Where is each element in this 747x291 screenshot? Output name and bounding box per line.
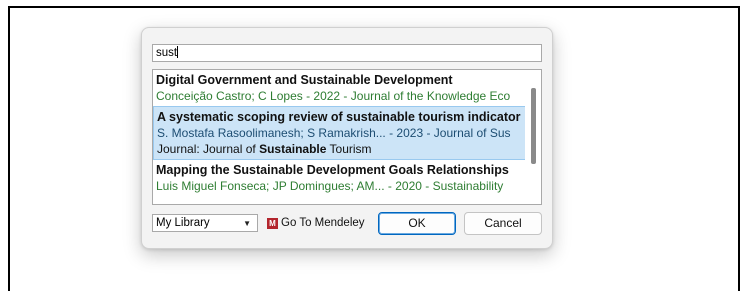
journal-suffix: Tourism [326, 142, 372, 156]
result-meta: S. Mostafa Rasoolimanesh; S Ramakrish...… [157, 126, 511, 140]
result-item[interactable]: Digital Government and Sustainable Devel… [153, 70, 526, 106]
search-input[interactable]: sust [152, 44, 542, 62]
result-meta: Conceição Castro; C Lopes - 2022 - Journ… [156, 89, 511, 103]
chevron-down-icon: ▼ [243, 219, 251, 228]
search-input-text: sust [156, 47, 178, 59]
go-to-mendeley-link[interactable]: M Go To Mendeley [267, 214, 365, 232]
result-title: A systematic scoping review of sustainab… [157, 110, 521, 124]
results-list[interactable]: Digital Government and Sustainable Devel… [152, 69, 542, 205]
result-item-selected[interactable]: A systematic scoping review of sustainab… [153, 106, 526, 160]
ok-button[interactable]: OK [378, 212, 456, 235]
mendeley-logo-icon: M [267, 217, 278, 229]
journal-prefix: Journal: Journal of [157, 142, 260, 156]
dialog-footer: My Library ▼ M Go To Mendeley OK Cancel [152, 212, 544, 236]
text-caret [177, 46, 179, 58]
library-select[interactable]: My Library ▼ [152, 214, 258, 232]
citation-search-dialog: sust Digital Government and Sustainable … [141, 27, 553, 249]
result-item[interactable]: Mapping the Sustainable Development Goal… [153, 160, 526, 196]
result-title: Digital Government and Sustainable Devel… [156, 73, 453, 87]
library-select-value: My Library [156, 217, 210, 229]
scrollbar-thumb[interactable] [531, 88, 536, 164]
result-meta: Luis Miguel Fonseca; JP Domingues; AM...… [156, 179, 504, 193]
results-items: Digital Government and Sustainable Devel… [153, 70, 526, 196]
result-title: Mapping the Sustainable Development Goal… [156, 163, 509, 177]
result-journal: Journal: Journal of Sustainable Tourism [157, 141, 523, 157]
journal-highlight: Sustainable [259, 142, 327, 156]
go-to-mendeley-label: Go To Mendeley [281, 217, 365, 229]
cancel-button[interactable]: Cancel [464, 212, 542, 235]
results-scrollbar[interactable] [525, 70, 541, 204]
